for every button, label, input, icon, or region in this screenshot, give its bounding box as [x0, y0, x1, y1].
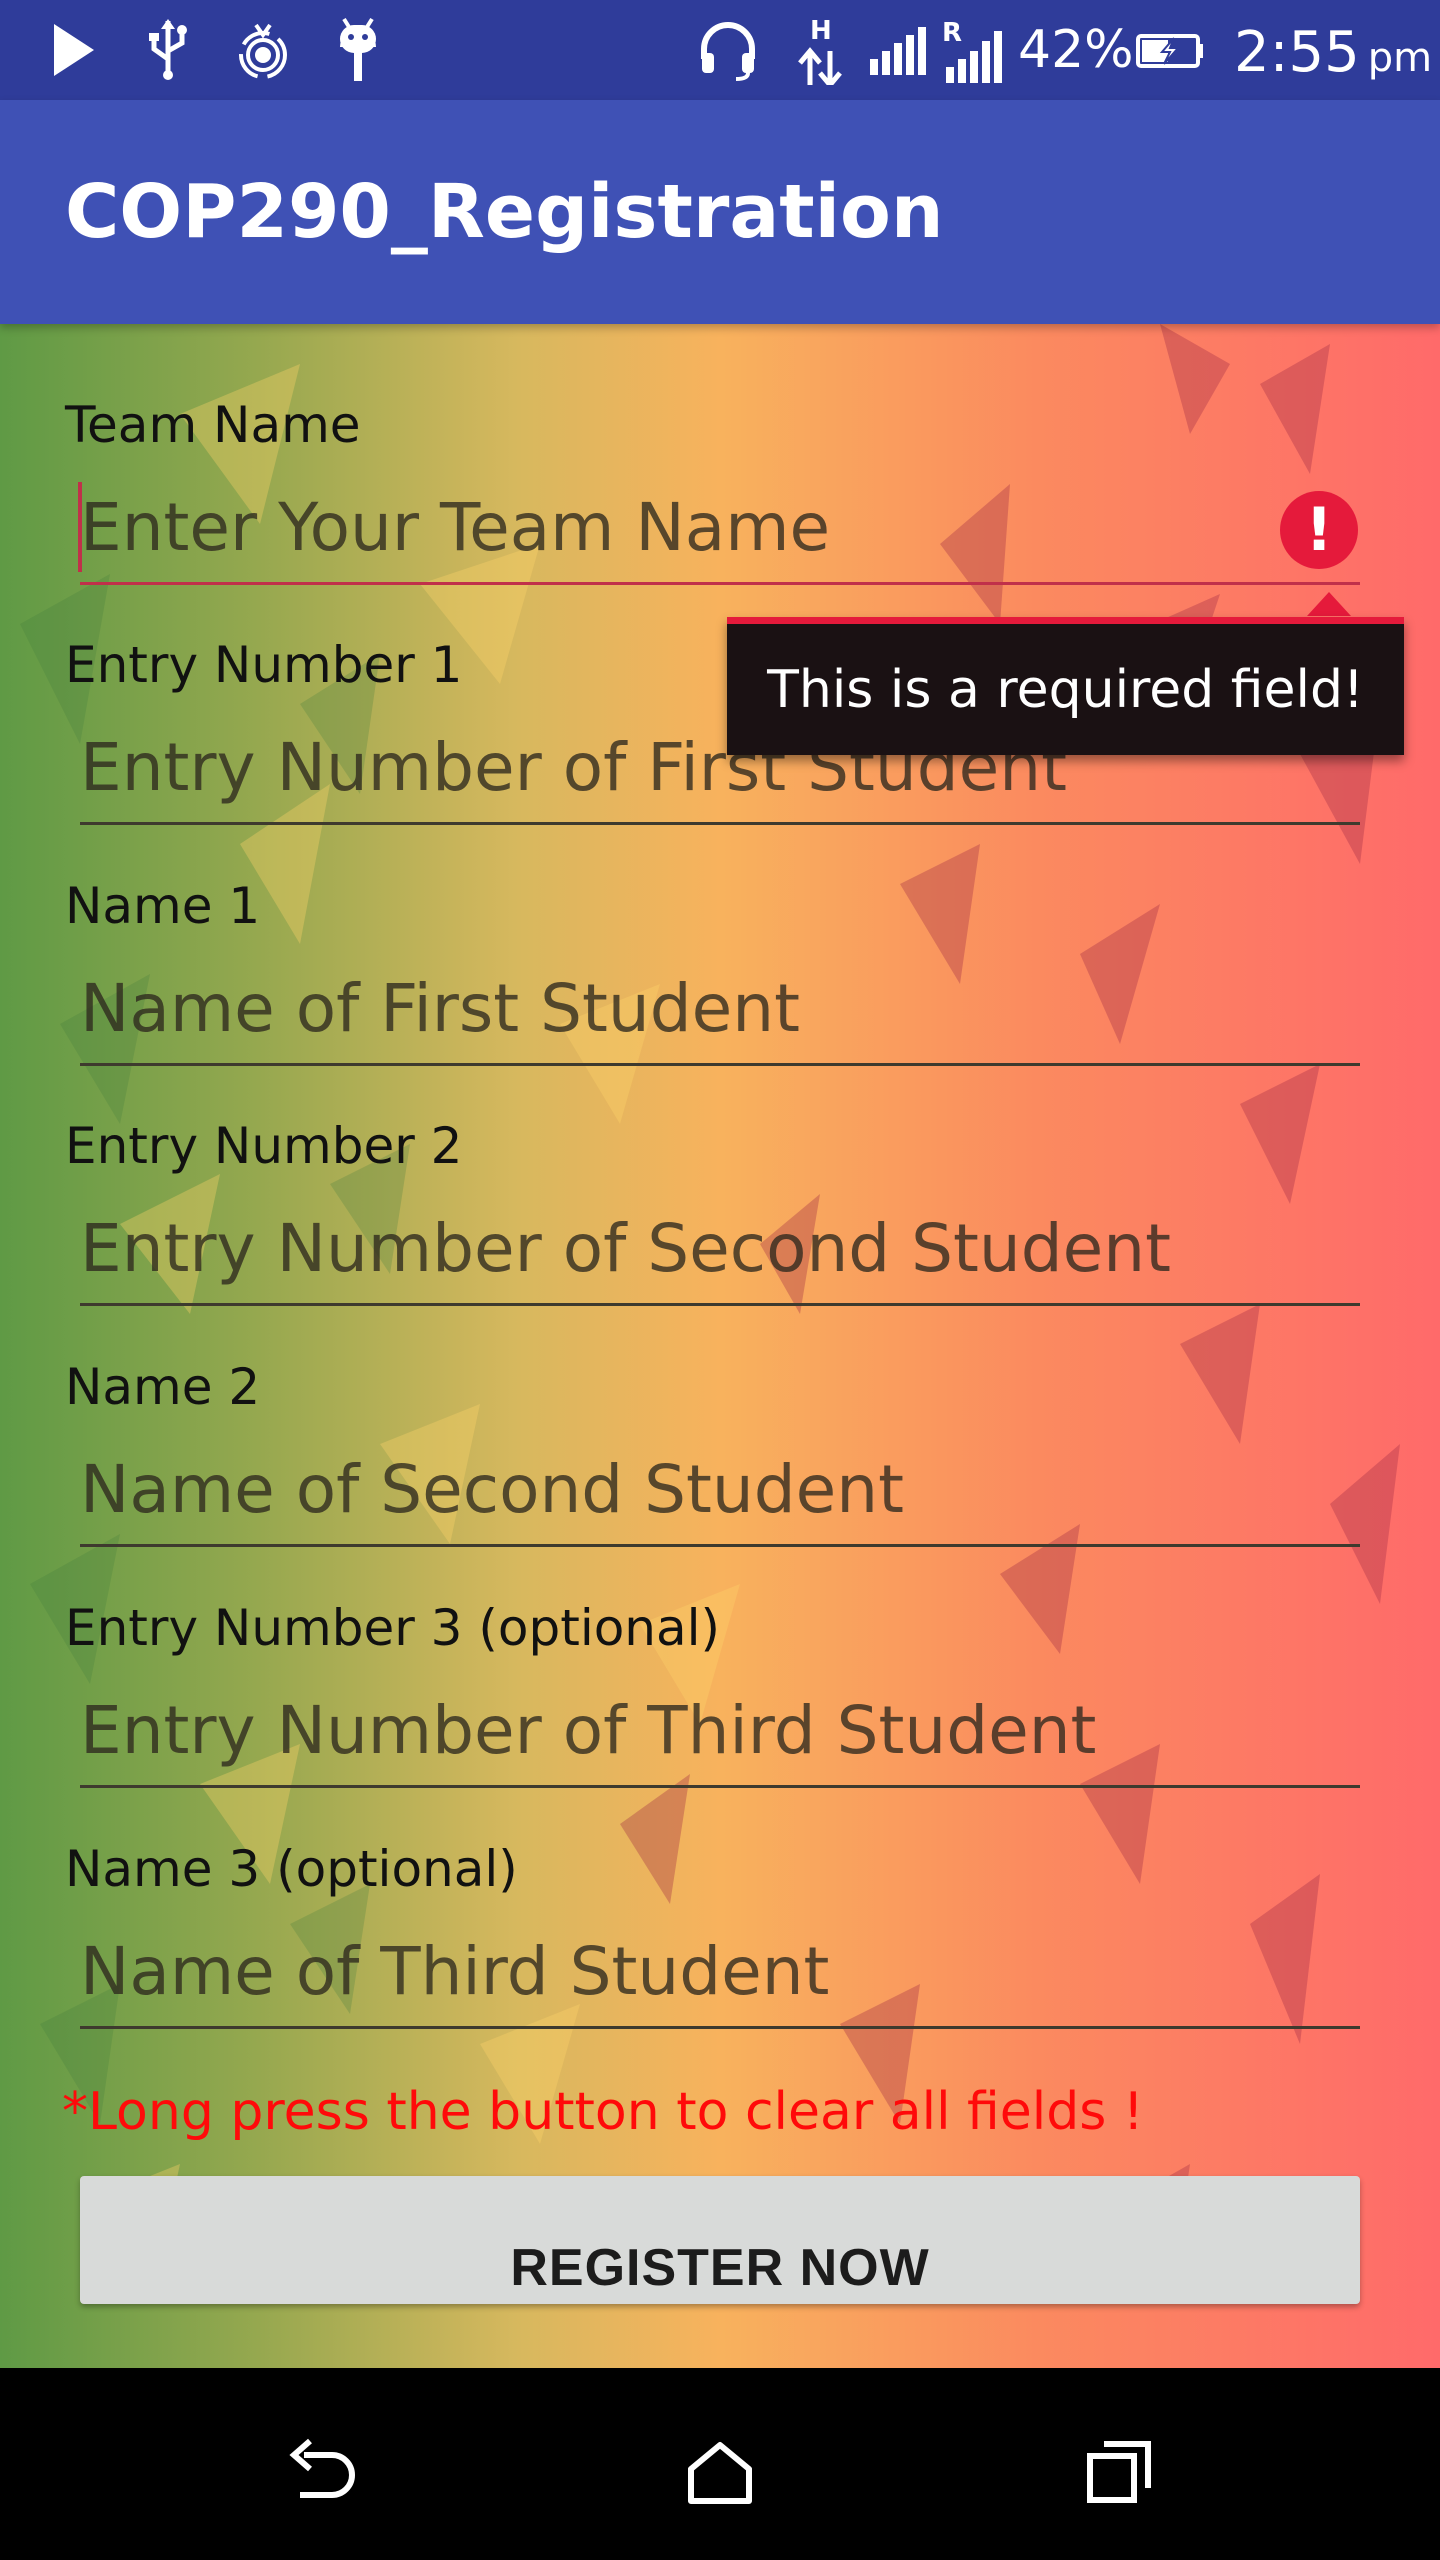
svg-text:R: R: [942, 18, 962, 48]
status-bar: H R 42% 2:55 pm: [0, 0, 1440, 100]
name1-label: Name 1: [65, 877, 261, 935]
name2-label: Name 2: [65, 1358, 261, 1416]
entry2-placeholder: Entry Number of Second Student: [80, 1209, 1171, 1287]
name3-label: Name 3 (optional): [65, 1840, 518, 1898]
clock-time: 2:55: [1234, 20, 1360, 85]
navigation-bar: [0, 2368, 1440, 2560]
clock-ampm: pm: [1367, 35, 1433, 81]
error-icon[interactable]: !: [1280, 491, 1358, 569]
name2-input[interactable]: Name of Second Student: [80, 1434, 1360, 1547]
home-icon[interactable]: [672, 2424, 768, 2520]
play-store-icon: [50, 14, 96, 86]
form-screen: Team Name Enter Your Team Name Entry Num…: [0, 324, 1440, 2368]
entry3-label: Entry Number 3 (optional): [65, 1599, 721, 1657]
svg-text:H: H: [810, 16, 832, 46]
clock: 2:55 pm: [1234, 0, 1432, 100]
error-tooltip: This is a required field!: [727, 617, 1404, 755]
data-arrows-icon: H: [796, 14, 846, 86]
app-bar: COP290_Registration: [0, 100, 1440, 324]
register-button[interactable]: REGISTER NOW: [80, 2176, 1360, 2304]
name3-input[interactable]: Name of Third Student: [80, 1916, 1360, 2029]
entry2-input[interactable]: Entry Number of Second Student: [80, 1193, 1360, 1306]
entry2-label: Entry Number 2: [65, 1117, 463, 1175]
usb-icon: [146, 14, 190, 86]
name3-placeholder: Name of Third Student: [80, 1932, 830, 2010]
back-icon[interactable]: [272, 2424, 368, 2520]
signal-roaming-icon: R: [942, 14, 1004, 86]
name1-placeholder: Name of First Student: [80, 969, 800, 1047]
registration-form: Team Name Enter Your Team Name Entry Num…: [0, 324, 1440, 2368]
team-name-label: Team Name: [65, 396, 361, 454]
signal-icon: [870, 14, 928, 86]
hotspot-icon: [238, 14, 288, 86]
battery-percent: 42%: [1018, 20, 1134, 80]
entry3-placeholder: Entry Number of Third Student: [80, 1691, 1097, 1769]
entry1-label: Entry Number 1: [65, 636, 463, 694]
clear-fields-hint: *Long press the button to clear all fiel…: [62, 2082, 1144, 2142]
battery-charging-icon: [1136, 14, 1204, 86]
name2-placeholder: Name of Second Student: [80, 1450, 904, 1528]
headset-icon: [698, 14, 758, 86]
tooltip-arrow: [1307, 592, 1351, 616]
android-icon: [334, 14, 382, 86]
recents-icon[interactable]: [1072, 2424, 1168, 2520]
name1-input[interactable]: Name of First Student: [80, 953, 1360, 1066]
team-name-input[interactable]: Enter Your Team Name: [78, 472, 1360, 585]
entry3-input[interactable]: Entry Number of Third Student: [80, 1675, 1360, 1788]
team-name-placeholder: Enter Your Team Name: [80, 488, 831, 566]
app-title: COP290_Registration: [65, 169, 944, 255]
